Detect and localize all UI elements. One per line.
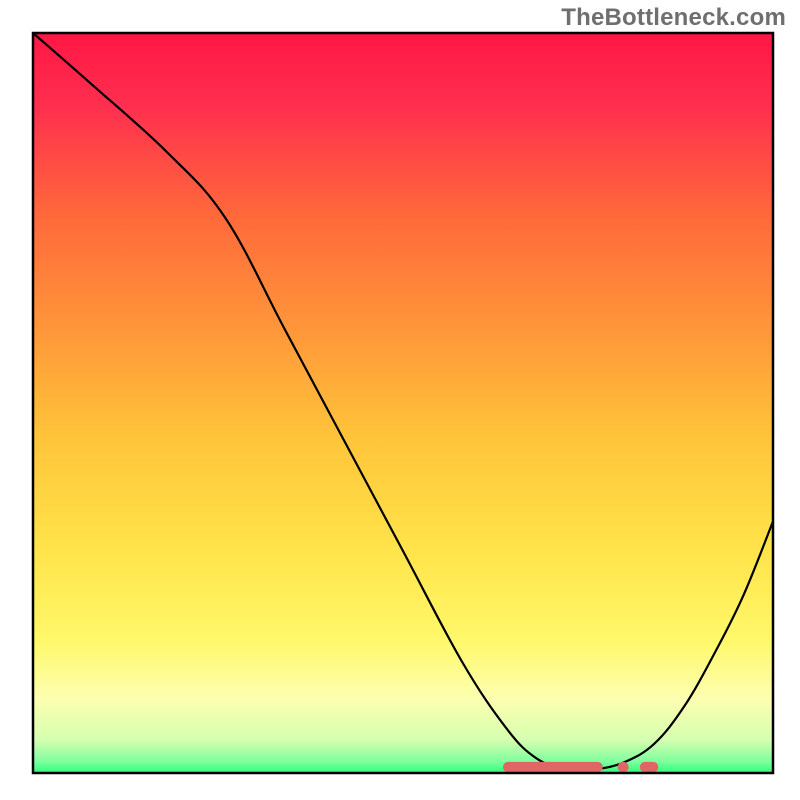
chart-stage: TheBottleneck.com <box>0 0 800 800</box>
marker-pill <box>503 762 603 772</box>
bottleneck-chart <box>0 0 800 800</box>
marker-pill <box>618 762 629 772</box>
gradient-background <box>33 33 773 773</box>
marker-pill <box>640 762 659 772</box>
watermark-label: TheBottleneck.com <box>561 4 786 32</box>
